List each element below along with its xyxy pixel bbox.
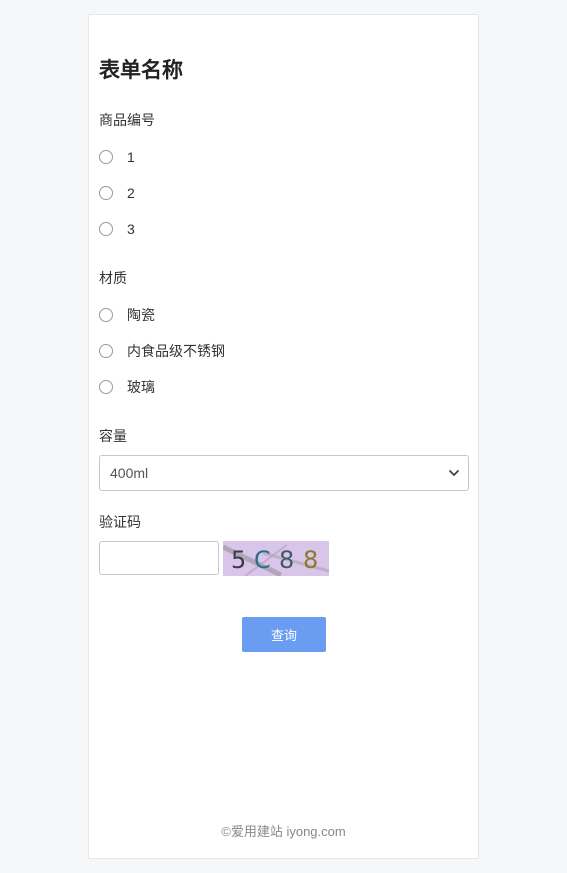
captcha-char: 8 [303,546,318,574]
material-label: 材质 [99,270,127,286]
captcha-image[interactable]: 5 C 8 8 [223,541,329,576]
radio-button[interactable] [99,380,113,394]
radio-button[interactable] [99,308,113,322]
footer-copyright: ©爱用建站 iyong.com [221,824,346,839]
captcha-input[interactable] [99,541,219,575]
capacity-label: 容量 [99,428,127,444]
material-option-glass-radio[interactable]: 玻璃 [99,376,155,398]
radio-button[interactable] [99,150,113,164]
query-button[interactable]: 查询 [242,617,326,652]
radio-button[interactable] [99,222,113,236]
form-card: 表单名称 商品编号 1 2 3 材质 陶瓷 内食品级不锈钢 玻璃 容量 400m… [88,14,479,859]
chevron-down-icon [449,470,459,476]
product-option-label: 3 [127,221,135,237]
captcha-char: C [254,546,271,574]
material-option-ceramic-radio[interactable]: 陶瓷 [99,304,155,326]
capacity-select[interactable]: 400ml [99,455,469,491]
product-number-label: 商品编号 [99,112,155,128]
product-option-1-radio[interactable]: 1 [99,146,135,168]
product-option-3-radio[interactable]: 3 [99,218,135,240]
radio-button[interactable] [99,186,113,200]
material-option-steel-radio[interactable]: 内食品级不锈钢 [99,340,225,362]
material-option-label: 玻璃 [127,379,155,395]
captcha-char: 8 [279,546,294,574]
captcha-label: 验证码 [99,514,141,530]
product-option-2-radio[interactable]: 2 [99,182,135,204]
product-option-label: 1 [127,149,135,165]
material-option-label: 陶瓷 [127,307,155,323]
radio-button[interactable] [99,344,113,358]
product-option-label: 2 [127,185,135,201]
form-title: 表单名称 [99,59,183,82]
captcha-char: 5 [231,546,246,574]
material-option-label: 内食品级不锈钢 [127,343,225,359]
capacity-selected-value: 400ml [110,465,149,481]
